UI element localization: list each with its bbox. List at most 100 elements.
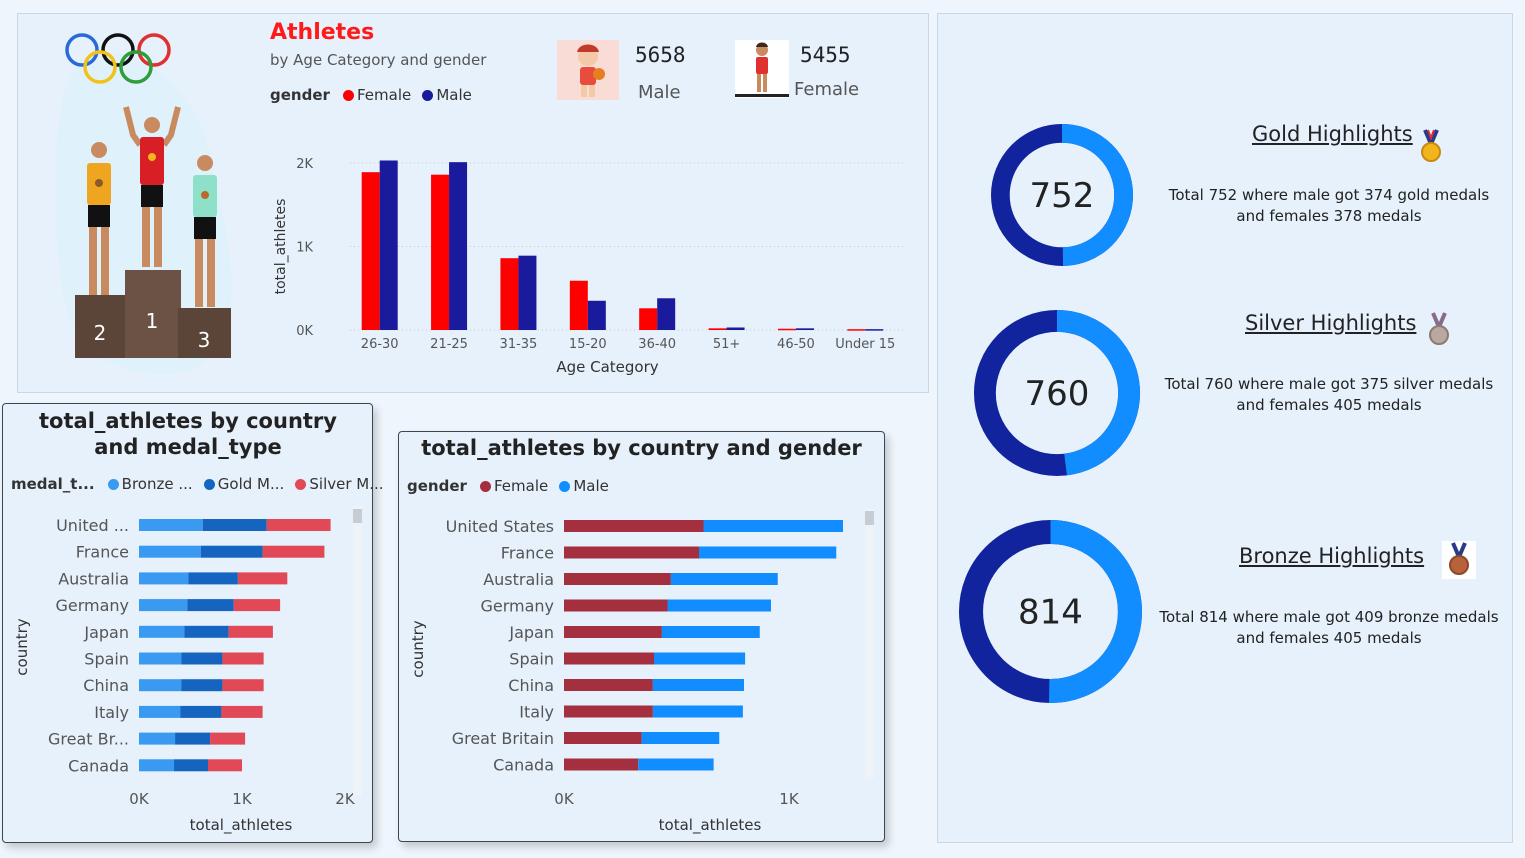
legend-item-male-2[interactable]: Male bbox=[559, 477, 609, 495]
age-ytick-label: 2K bbox=[296, 157, 313, 172]
medal-bar-segment[interactable] bbox=[139, 625, 185, 638]
dashboard-canvas: 2 1 3 Athletes by Age Category and gende… bbox=[0, 0, 1525, 858]
age-bar-female[interactable] bbox=[777, 328, 796, 331]
age-yaxis-label: total_athletes bbox=[273, 199, 289, 295]
medal-bar-segment[interactable] bbox=[181, 652, 223, 665]
male-count: 5658 bbox=[635, 43, 686, 67]
medal-bar-segment[interactable] bbox=[175, 732, 211, 745]
gender-bar-segment[interactable] bbox=[564, 652, 654, 665]
age-bar-male[interactable] bbox=[379, 160, 398, 330]
gender-bar-segment[interactable] bbox=[564, 732, 642, 744]
silver-medal-icon bbox=[1424, 311, 1454, 353]
age-bar-female[interactable] bbox=[431, 174, 450, 330]
age-bar-male[interactable] bbox=[587, 300, 606, 330]
medal-chart-scrollbar[interactable] bbox=[353, 506, 362, 796]
age-xtick-label: 26-30 bbox=[361, 337, 399, 352]
female-avatar-icon bbox=[735, 40, 789, 98]
medal-country-label: Japan bbox=[83, 623, 129, 642]
medal-bar-segment[interactable] bbox=[266, 519, 331, 531]
medal-bar-segment[interactable] bbox=[139, 545, 201, 558]
medal-bar-segment[interactable] bbox=[139, 519, 203, 531]
medal-bar-segment[interactable] bbox=[222, 679, 264, 692]
gender-bar-segment[interactable] bbox=[638, 758, 714, 771]
age-bar-female[interactable] bbox=[847, 329, 866, 331]
gender-bar-segment[interactable] bbox=[699, 546, 837, 559]
female-label: Female bbox=[794, 79, 860, 100]
gender-bar-segment[interactable] bbox=[564, 758, 639, 771]
medal-bar-segment[interactable] bbox=[139, 572, 189, 585]
silver-highlights-description: Total 760 where male got 375 silver meda… bbox=[1164, 375, 1494, 414]
legend-item-female-2[interactable]: Female bbox=[480, 477, 548, 495]
medal-bar-segment[interactable] bbox=[222, 652, 264, 665]
age-bar-male[interactable] bbox=[795, 328, 814, 330]
age-bar-female[interactable] bbox=[639, 308, 658, 330]
medal-country-label: France bbox=[76, 543, 129, 562]
legend-item-gold[interactable]: Gold M... bbox=[203, 475, 284, 493]
legend-item-silver[interactable]: Silver M... bbox=[295, 475, 384, 493]
medal-bar-segment[interactable] bbox=[202, 519, 267, 531]
silver-highlights-title: Silver Highlights bbox=[1245, 311, 1417, 335]
medal-bar-segment[interactable] bbox=[139, 679, 182, 692]
medal-bar-segment[interactable] bbox=[262, 545, 325, 558]
donut-total-label: 752 bbox=[1030, 176, 1095, 216]
medal-bar-segment[interactable] bbox=[174, 759, 209, 772]
gender-bar-segment[interactable] bbox=[654, 652, 746, 665]
gender-bar-segment[interactable] bbox=[661, 626, 760, 638]
gender-yaxis-label: country bbox=[409, 620, 427, 677]
gender-chart-scrollbar[interactable] bbox=[865, 509, 874, 779]
gender-bar-segment[interactable] bbox=[670, 573, 778, 585]
medal-bar-segment[interactable] bbox=[233, 599, 281, 612]
medal-bar-segment[interactable] bbox=[139, 599, 188, 612]
gender-bar-segment[interactable] bbox=[564, 599, 668, 612]
gender-bar-segment[interactable] bbox=[564, 546, 699, 559]
medal-bar-segment[interactable] bbox=[188, 572, 238, 585]
age-bar-male[interactable] bbox=[726, 327, 745, 330]
age-bar-male[interactable] bbox=[865, 329, 884, 331]
age-bar-male[interactable] bbox=[518, 255, 537, 330]
legend-item-male[interactable]: Male bbox=[422, 86, 472, 104]
gender-bar-segment[interactable] bbox=[564, 573, 671, 585]
medal-bar-segment[interactable] bbox=[139, 732, 176, 745]
medal-bar-segment[interactable] bbox=[187, 599, 234, 612]
age-bar-female[interactable] bbox=[569, 280, 588, 330]
gender-bar-segment[interactable] bbox=[652, 705, 743, 718]
gold-highlights-title: Gold Highlights bbox=[1252, 122, 1413, 146]
medal-bar-segment[interactable] bbox=[237, 572, 288, 585]
gender-bar-segment[interactable] bbox=[703, 520, 844, 532]
medal-bar-segment[interactable] bbox=[210, 732, 246, 745]
medal-bar-segment[interactable] bbox=[200, 545, 263, 558]
medal-bar-segment[interactable] bbox=[139, 705, 181, 718]
legend-item-female[interactable]: Female bbox=[343, 86, 411, 104]
gender-bar-segment[interactable] bbox=[652, 679, 744, 691]
medal-bar-segment[interactable] bbox=[228, 625, 273, 638]
gender-bar-segment[interactable] bbox=[641, 732, 720, 744]
medal-bar-segment[interactable] bbox=[184, 625, 229, 638]
age-bar-female[interactable] bbox=[708, 328, 727, 330]
age-bar-male[interactable] bbox=[449, 162, 468, 330]
legend-item-bronze[interactable]: Bronze ... bbox=[107, 475, 193, 493]
medal-country-label: Germany bbox=[55, 596, 129, 615]
age-bar-female[interactable] bbox=[361, 172, 380, 330]
age-bar-female[interactable] bbox=[500, 258, 519, 330]
gender-bar-segment[interactable] bbox=[667, 599, 772, 612]
medal-bar-segment[interactable] bbox=[181, 679, 223, 692]
medal-bar-segment[interactable] bbox=[139, 759, 175, 772]
age-xtick-label: Under 15 bbox=[835, 337, 895, 352]
gender-bar-segment[interactable] bbox=[564, 626, 662, 638]
medal-bar-segment[interactable] bbox=[221, 705, 263, 718]
gender-bar-segment[interactable] bbox=[564, 520, 704, 532]
age-xtick-label: 15-20 bbox=[569, 337, 607, 352]
gender-country-label: Spain bbox=[509, 650, 554, 669]
gender-bar-segment[interactable] bbox=[564, 679, 653, 691]
age-xtick-label: 51+ bbox=[713, 337, 740, 352]
medal-bar-segment[interactable] bbox=[180, 705, 222, 718]
gender-card: total_athletes by country and gender gen… bbox=[398, 431, 885, 842]
age-bar-male[interactable] bbox=[657, 298, 676, 330]
medal-bar-segment[interactable] bbox=[139, 652, 182, 665]
gender-chart-title: total_athletes by country and gender bbox=[421, 436, 862, 460]
medal-chart-legend: medal_t... Bronze ... Gold M... Silver M… bbox=[11, 474, 384, 493]
bronze-highlights-title: Bronze Highlights bbox=[1239, 544, 1425, 568]
medal-bar-segment[interactable] bbox=[208, 759, 242, 772]
gold-donut-chart: 752 bbox=[991, 124, 1133, 266]
gender-bar-segment[interactable] bbox=[564, 705, 653, 718]
